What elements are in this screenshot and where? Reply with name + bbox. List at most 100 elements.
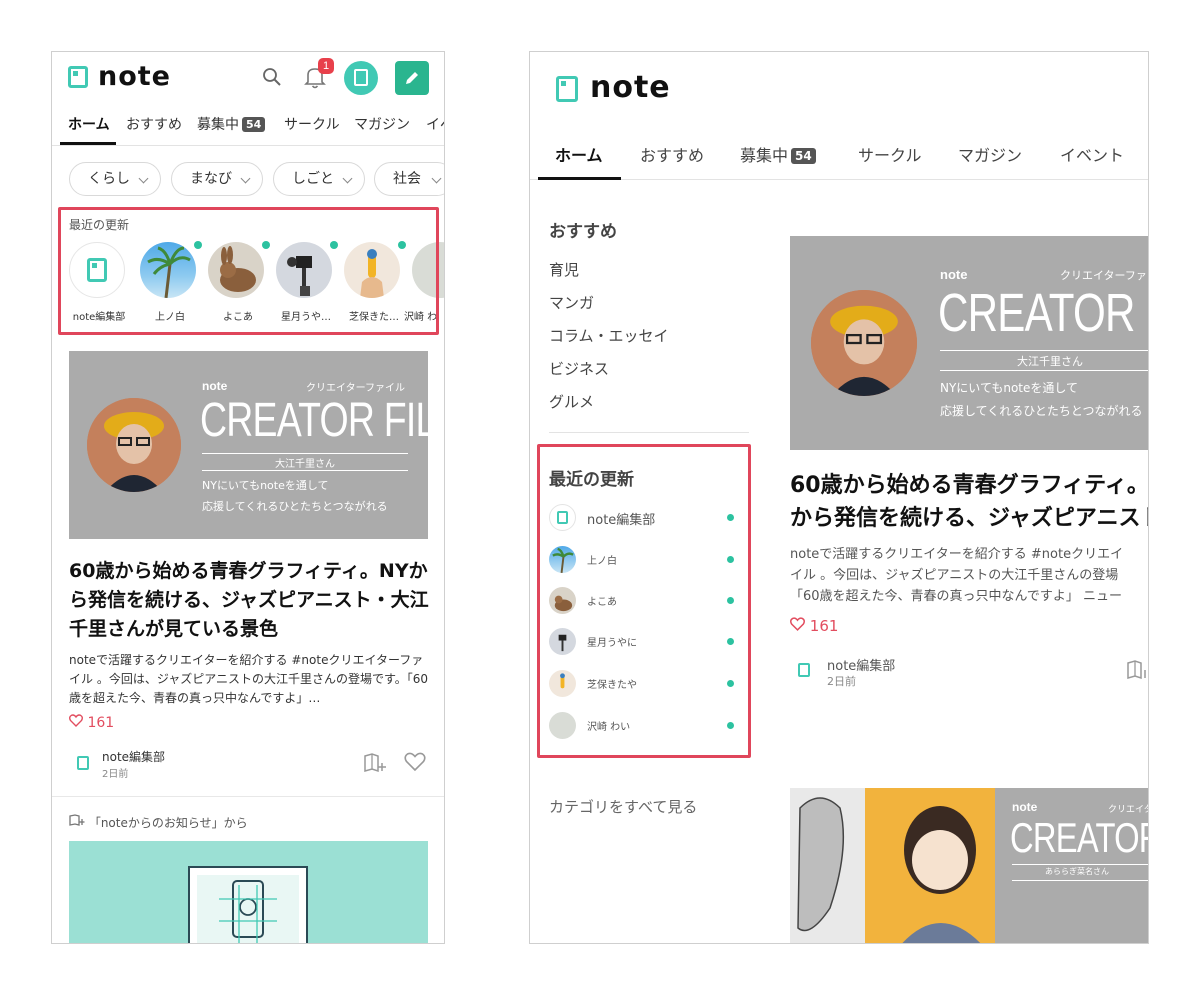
tab-recommend[interactable]: おすすめ bbox=[126, 114, 182, 134]
mobile-tabs: ホーム おすすめ 募集中54 サークル マガジン イベ bbox=[52, 104, 444, 146]
manga-illustration bbox=[790, 788, 995, 943]
pencil-icon bbox=[406, 72, 418, 84]
creator-portrait bbox=[811, 290, 917, 396]
banner-title: CREATOR F bbox=[1010, 814, 1149, 861]
chip-label: まなび bbox=[190, 171, 232, 187]
chip-label: 社会 bbox=[393, 171, 421, 187]
chip-label: しごと bbox=[292, 171, 334, 187]
phone-illustration bbox=[188, 866, 308, 943]
post-button[interactable] bbox=[395, 61, 429, 95]
chevron-down-icon bbox=[431, 173, 442, 184]
section-divider bbox=[52, 796, 444, 797]
search-icon[interactable] bbox=[262, 67, 282, 87]
chevron-down-icon bbox=[240, 173, 251, 184]
sidebar-item-manga[interactable]: マンガ bbox=[549, 292, 594, 313]
banner-line bbox=[202, 453, 408, 454]
note-logo-icon[interactable] bbox=[556, 76, 578, 102]
chip-kurashi[interactable]: くらし bbox=[69, 162, 161, 196]
tab-recruiting[interactable]: 募集中 54 bbox=[740, 142, 816, 166]
article-title[interactable]: 60歳から始める青春グラフィティ。 から発信を続ける、ジャズピアニスト bbox=[790, 469, 1149, 535]
sidebar-item-gourmet[interactable]: グルメ bbox=[549, 391, 594, 412]
banner-line bbox=[940, 370, 1148, 371]
article-author: note編集部 2日前 bbox=[790, 653, 1149, 693]
logo-text[interactable]: note bbox=[98, 61, 171, 92]
banner-line bbox=[202, 470, 408, 471]
banner-desc-1: NYにいてもnoteを通して bbox=[940, 381, 1079, 395]
creator-file-banner-2[interactable]: note クリエイタ CREATOR F あららぎ菜名さん bbox=[790, 788, 1149, 943]
tab-home[interactable]: ホーム bbox=[68, 114, 110, 134]
heart-outline-icon bbox=[790, 617, 805, 631]
announcement-image[interactable] bbox=[69, 841, 428, 943]
like-count: 161 bbox=[69, 714, 114, 731]
banner-note-logo: note bbox=[1012, 800, 1038, 814]
banner-label: クリエイターファイル bbox=[306, 383, 405, 394]
banner-label: クリエイターファ bbox=[1060, 270, 1147, 282]
tab-recommend[interactable]: おすすめ bbox=[640, 142, 704, 166]
note-logo-icon[interactable] bbox=[68, 66, 88, 88]
post-time: 2日前 bbox=[827, 675, 856, 688]
banner-creator-name: あららぎ菜名さん bbox=[1045, 867, 1109, 876]
magazine-icon bbox=[69, 814, 85, 826]
add-to-magazine-icon[interactable] bbox=[1126, 659, 1149, 681]
banner-desc-2: 応援してくれるひとたちとつながれる bbox=[940, 404, 1143, 418]
tab-event[interactable]: イベント bbox=[1060, 142, 1124, 166]
sidebar-item-childcare[interactable]: 育児 bbox=[549, 259, 579, 280]
sidebar-item-column-essay[interactable]: コラム・エッセイ bbox=[549, 325, 669, 346]
banner-title: CREATOR FIL bbox=[938, 283, 1148, 343]
recent-updates-highlight bbox=[537, 444, 751, 758]
article-excerpt: noteで活躍するクリエイターを紹介する #noteクリエイ イル 。今回は、ジ… bbox=[790, 544, 1148, 607]
tab-event[interactable]: イベ bbox=[426, 114, 444, 134]
article-title-line: 60歳から始める青春グラフィティ。 bbox=[790, 473, 1149, 498]
all-categories-link[interactable]: カテゴリをすべて見る bbox=[549, 796, 697, 817]
banner-note-logo: note bbox=[940, 267, 968, 282]
heart-icon[interactable] bbox=[404, 752, 426, 772]
article-excerpt: noteで活躍するクリエイターを紹介する #noteクリエイターファイル 。今回… bbox=[69, 653, 429, 705]
notification-badge: 1 bbox=[318, 58, 334, 74]
author-name[interactable]: note編集部 bbox=[102, 748, 165, 765]
tab-circle[interactable]: サークル bbox=[858, 142, 922, 166]
mobile-screen: note 1 ホーム おすすめ 募集中54 サークル マガジン イベ くらし ま… bbox=[51, 51, 445, 944]
banner-desc-2: 応援してくれるひとたちとつながれる bbox=[202, 500, 388, 513]
tab-recruiting[interactable]: 募集中 54 bbox=[197, 114, 266, 134]
article-title[interactable]: 60歳から始める青春グラフィティ。NYから発信を続ける、ジャズピアニスト・大江千… bbox=[69, 557, 434, 644]
chevron-down-icon bbox=[138, 173, 149, 184]
logo-text[interactable]: note bbox=[590, 70, 671, 105]
category-chips: くらし まなび しごと 社会 bbox=[52, 162, 444, 198]
creator-portrait bbox=[87, 398, 181, 492]
recommend-heading: おすすめ bbox=[549, 222, 617, 242]
tablet-tabs: ホーム おすすめ 募集中 54 サークル マガジン イベント bbox=[530, 132, 1148, 180]
like-count: 161 bbox=[790, 617, 838, 635]
banner-creator-name: 大江千里さん bbox=[275, 459, 335, 470]
sidebar-item-business[interactable]: ビジネス bbox=[549, 358, 609, 379]
note-logo-icon bbox=[77, 756, 89, 770]
tab-magazine[interactable]: マガジン bbox=[958, 142, 1022, 166]
banner-note-logo: note bbox=[202, 379, 228, 393]
chevron-down-icon bbox=[342, 173, 353, 184]
user-avatar[interactable] bbox=[344, 61, 378, 95]
like-count-value: 161 bbox=[809, 617, 839, 635]
banner-title: CREATOR FILE bbox=[200, 394, 428, 447]
article-title-line: から発信を続ける、ジャズピアニスト bbox=[790, 506, 1149, 531]
note-logo-icon bbox=[798, 663, 810, 677]
mobile-header: note 1 bbox=[52, 52, 444, 104]
tablet-screen: note ホーム おすすめ 募集中 54 サークル マガジン イベント おすすめ … bbox=[529, 51, 1149, 944]
creator-file-banner[interactable]: note クリエイターファイル CREATOR FILE 大江千里さん NYにい… bbox=[69, 351, 428, 539]
banner-line bbox=[1012, 880, 1148, 881]
creator-file-banner[interactable]: note クリエイターファ CREATOR FIL 大江千里さん NYにいてもn… bbox=[790, 236, 1148, 450]
post-time: 2日前 bbox=[102, 769, 129, 780]
banner-creator-name: 大江千里さん bbox=[1017, 355, 1083, 368]
add-to-magazine-icon[interactable] bbox=[363, 752, 387, 774]
tab-magazine[interactable]: マガジン bbox=[354, 114, 410, 134]
tab-home[interactable]: ホーム bbox=[555, 142, 603, 166]
source-label: 「noteからのお知らせ」から bbox=[88, 816, 248, 830]
chip-manabi[interactable]: まなび bbox=[171, 162, 263, 196]
author-name[interactable]: note編集部 bbox=[827, 655, 895, 674]
chip-shakai[interactable]: 社会 bbox=[374, 162, 444, 196]
sidebar-divider bbox=[549, 432, 749, 433]
tab-circle[interactable]: サークル bbox=[284, 114, 340, 134]
tab-recruiting-label: 募集中 bbox=[197, 117, 239, 133]
banner-line bbox=[1012, 864, 1148, 865]
chip-shigoto[interactable]: しごと bbox=[273, 162, 365, 196]
active-tab-indicator bbox=[538, 177, 621, 180]
heart-outline-icon bbox=[69, 714, 83, 727]
